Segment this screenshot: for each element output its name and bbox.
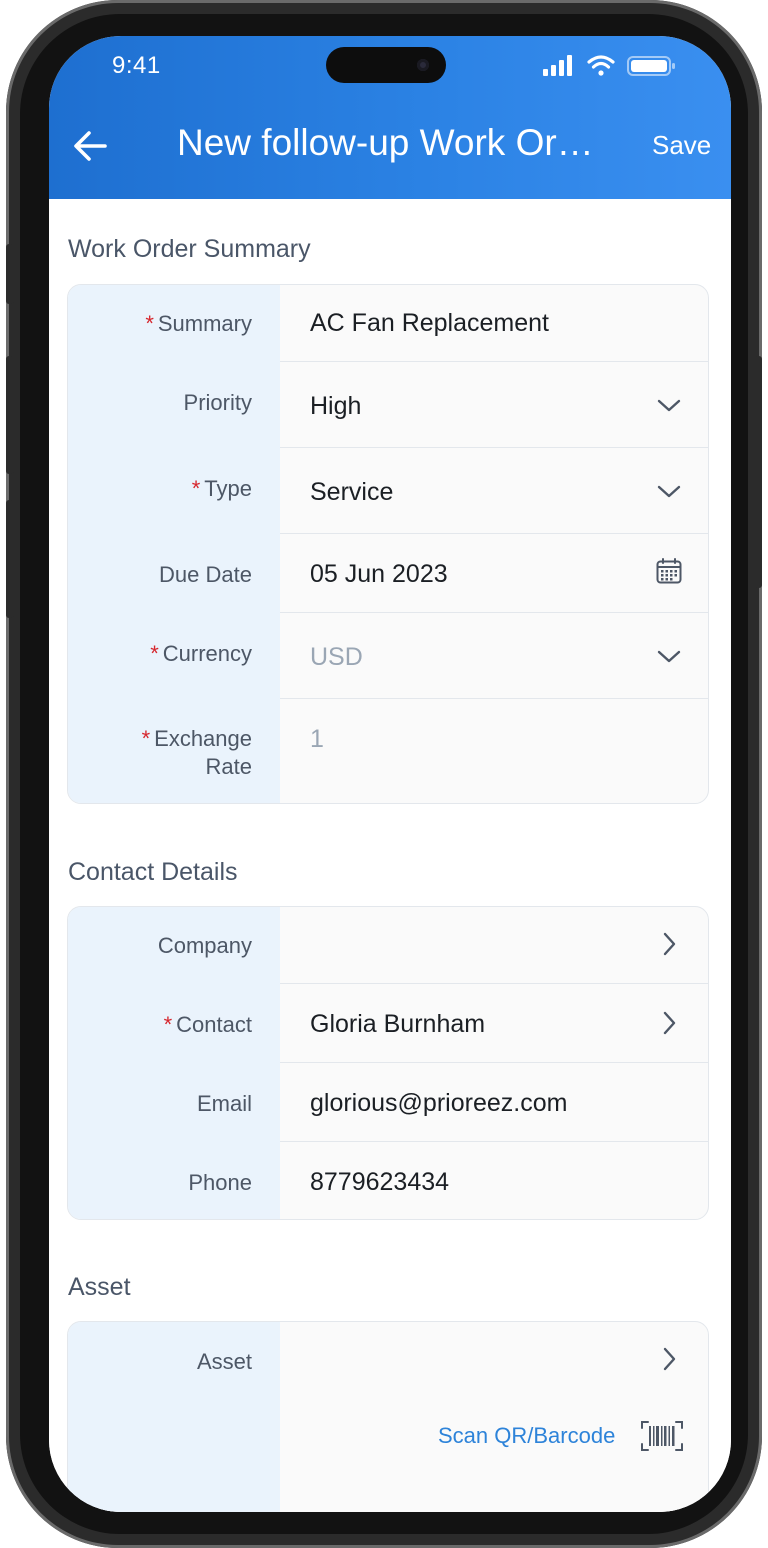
asset-field[interactable]: Asset	[68, 1322, 708, 1402]
asset-label: Asset	[196, 1349, 252, 1374]
exchange-rate-field[interactable]: * Exchange Rate 1	[68, 699, 708, 803]
currency-field[interactable]: * Currency USD	[68, 613, 708, 698]
type-label: * Type	[191, 476, 252, 501]
contact-label: * Contact	[163, 1012, 252, 1037]
due-date-label: Due Date	[159, 562, 252, 587]
chevron-down-icon[interactable]	[656, 478, 682, 504]
currency-select[interactable]: USD	[310, 643, 363, 672]
priority-field[interactable]: Priority High	[68, 362, 708, 447]
chevron-right-icon[interactable]	[656, 1346, 682, 1372]
form-content: Work Order Summary * Summary AC Fan Repla…	[49, 199, 731, 1512]
summary-input[interactable]: AC Fan Replacement	[310, 309, 549, 338]
summary-card: * Summary AC Fan Replacement Priority Hig…	[67, 284, 709, 804]
required-marker: *	[150, 641, 159, 666]
currency-label: * Currency	[150, 641, 252, 666]
back-button[interactable]	[69, 124, 113, 168]
screen: 9:41 New follow-up Work Or… Save Work Or…	[49, 36, 731, 1512]
summary-label: * Summary	[145, 311, 252, 336]
type-field[interactable]: * Type Service	[68, 448, 708, 533]
barcode-icon[interactable]	[640, 1420, 684, 1452]
due-date-field[interactable]: Due Date 05 Jun 2023	[68, 534, 708, 612]
type-select[interactable]: Service	[310, 478, 393, 507]
save-button[interactable]: Save	[652, 130, 711, 161]
section-title-summary: Work Order Summary	[68, 235, 311, 263]
status-bar: 9:41	[49, 36, 731, 92]
camera-icon	[417, 59, 429, 71]
power-button	[754, 356, 762, 588]
company-label: Company	[157, 933, 252, 958]
exchange-rate-input[interactable]: 1	[310, 725, 324, 754]
email-field[interactable]: Email glorious@prioreez.com	[68, 1063, 708, 1141]
volume-down-button	[6, 500, 14, 618]
mute-switch	[6, 244, 14, 304]
battery-icon	[627, 56, 675, 76]
required-marker: *	[191, 476, 201, 501]
chevron-down-icon[interactable]	[656, 392, 682, 418]
required-marker: *	[141, 726, 151, 751]
page-title: New follow-up Work Or…	[177, 122, 594, 163]
phone-input[interactable]: 8779623434	[310, 1168, 449, 1197]
chevron-right-icon[interactable]	[656, 931, 682, 957]
status-icons	[543, 54, 683, 78]
summary-field[interactable]: * Summary AC Fan Replacement	[68, 285, 708, 361]
status-time: 9:41	[112, 52, 161, 79]
section-title-contact: Contact Details	[68, 858, 238, 886]
wifi-icon	[587, 55, 615, 76]
required-marker: *	[145, 311, 154, 336]
contact-value[interactable]: Gloria Burnham	[310, 1010, 485, 1039]
due-date-input[interactable]: 05 Jun 2023	[310, 560, 448, 589]
scan-barcode-link[interactable]: Scan QR/Barcode	[438, 1423, 615, 1449]
priority-select[interactable]: High	[310, 392, 361, 421]
chevron-right-icon[interactable]	[656, 1010, 682, 1036]
section-title-asset: Asset	[68, 1273, 131, 1301]
volume-up-button	[6, 356, 14, 474]
email-input[interactable]: glorious@prioreez.com	[310, 1089, 567, 1118]
priority-label: Priority	[183, 390, 252, 415]
contact-field[interactable]: * Contact Gloria Burnham	[68, 984, 708, 1062]
required-marker: *	[163, 1012, 173, 1037]
chevron-down-icon[interactable]	[656, 643, 682, 669]
arrow-left-icon	[74, 131, 107, 161]
asset-card: Asset Scan QR/Barcode	[67, 1321, 709, 1512]
phone-field[interactable]: Phone 8779623434	[68, 1142, 708, 1219]
contact-card: Company * Contact Gloria Burnham Email gl…	[67, 906, 709, 1220]
exchange-rate-label: * Exchange Rate	[141, 726, 252, 779]
signal-icon	[543, 55, 572, 76]
email-label: Email	[196, 1091, 252, 1116]
app-bar: New follow-up Work Or… Save	[49, 92, 731, 199]
company-field[interactable]: Company	[68, 907, 708, 983]
phone-label: Phone	[188, 1170, 252, 1195]
dynamic-island	[326, 47, 446, 83]
calendar-icon[interactable]	[656, 558, 682, 584]
phone-frame: 9:41 New follow-up Work Or… Save Work Or…	[6, 0, 762, 1548]
